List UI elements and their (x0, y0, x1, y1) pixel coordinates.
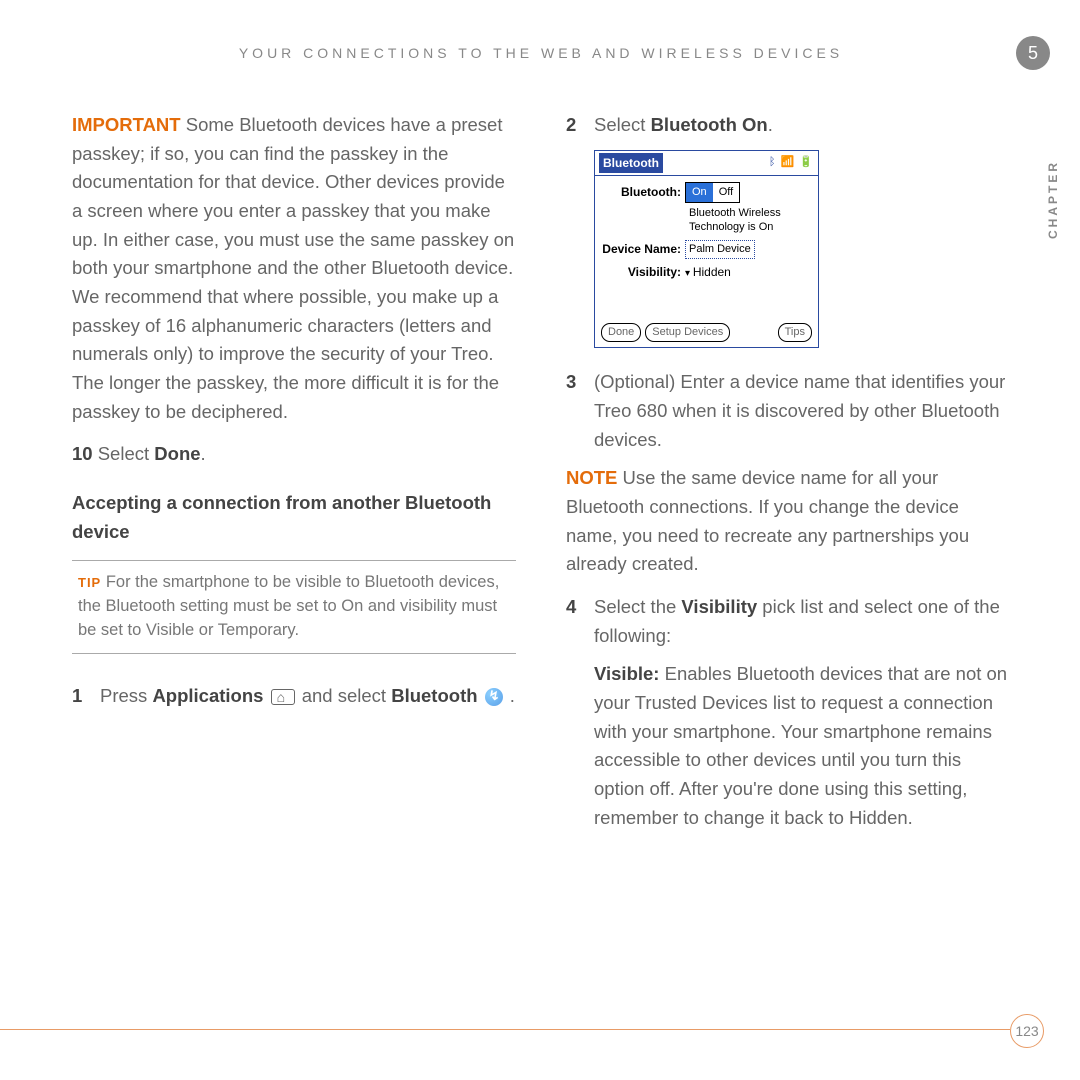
step-2: 2 Select Bluetooth On. (566, 111, 1010, 140)
tip-text: For the smartphone to be visible to Blue… (78, 573, 499, 639)
right-column: 2 Select Bluetooth On. Bluetooth ᛒ 📶 🔋 B… (566, 111, 1010, 846)
step-1: 1 Press Applications and select Bluetoot… (72, 682, 516, 711)
home-icon (271, 689, 295, 705)
setup-devices-button[interactable]: Setup Devices (645, 323, 730, 342)
tips-button[interactable]: Tips (778, 323, 812, 342)
step-number: 1 (72, 682, 100, 711)
visibility-label: Visibility: (601, 263, 685, 282)
important-paragraph: IMPORTANT Some Bluetooth devices have a … (72, 111, 516, 426)
chapter-label: CHAPTER (1046, 160, 1060, 239)
step-body: Select the Visibility pick list and sele… (594, 593, 1010, 650)
footer-rule (0, 1029, 1010, 1030)
toggle-off[interactable]: Off (713, 183, 739, 202)
bluetooth-icon (485, 688, 503, 706)
bt-status: Bluetooth Wireless Technology is On (689, 207, 812, 233)
important-text: Some Bluetooth devices have a preset pas… (72, 114, 514, 422)
chapter-badge: 5 (1016, 36, 1050, 70)
page-header: YOUR CONNECTIONS TO THE WEB AND WIRELESS… (72, 45, 1010, 61)
visible-label: Visible: (594, 663, 659, 684)
visibility-dropdown[interactable]: Hidden (685, 263, 731, 282)
bt-label: Bluetooth: (601, 183, 685, 202)
left-column: IMPORTANT Some Bluetooth devices have a … (72, 111, 516, 846)
note-text: Use the same device name for all your Bl… (566, 467, 969, 574)
toggle-on[interactable]: On (686, 183, 713, 202)
visible-text: Enables Bluetooth devices that are not o… (594, 663, 1007, 827)
device-name-input[interactable]: Palm Device (685, 240, 755, 259)
subheading: Accepting a connection from another Blue… (72, 489, 516, 546)
note-paragraph: NOTE Use the same device name for all yo… (566, 464, 1010, 579)
step-3: 3 (Optional) Enter a device name that id… (566, 368, 1010, 454)
signal-icons: ᛒ 📶 🔋 (769, 154, 814, 171)
step-4: 4 Select the Visibility pick list and se… (566, 593, 1010, 650)
screenshot-title: Bluetooth (599, 153, 663, 174)
step-number: 3 (566, 368, 594, 454)
visible-option: Visible: Enables Bluetooth devices that … (594, 660, 1010, 832)
bt-toggle[interactable]: On Off (685, 182, 740, 203)
tip-label: TIP (78, 575, 101, 590)
step-number: 10 (72, 443, 93, 464)
step-10: 10 Select Done. (72, 440, 516, 469)
important-label: IMPORTANT (72, 114, 181, 135)
step-body: Press Applications and select Bluetooth … (100, 682, 516, 711)
done-button[interactable]: Done (601, 323, 641, 342)
step-body: Select Bluetooth On. (594, 111, 1010, 140)
tip-box: TIP For the smartphone to be visible to … (72, 560, 516, 654)
device-name-label: Device Name: (601, 240, 685, 259)
step-number: 2 (566, 111, 594, 140)
step-number: 4 (566, 593, 594, 650)
note-label: NOTE (566, 467, 617, 488)
screenshot-titlebar: Bluetooth ᛒ 📶 🔋 (595, 151, 818, 177)
page-number: 123 (1010, 1014, 1044, 1048)
device-screenshot: Bluetooth ᛒ 📶 🔋 Bluetooth: On Off Blueto… (594, 150, 819, 349)
step-body: (Optional) Enter a device name that iden… (594, 368, 1010, 454)
